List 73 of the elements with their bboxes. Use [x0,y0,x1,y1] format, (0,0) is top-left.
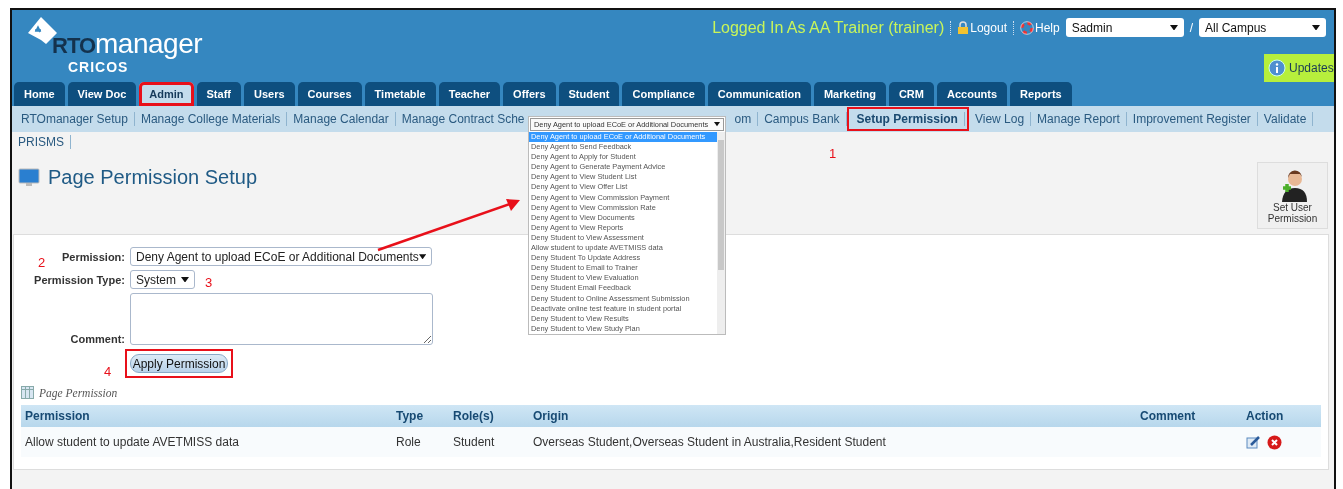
column-header: Permission [21,405,392,427]
table-caption: Page Permission [39,386,118,399]
annotation-number: 1 [829,146,837,161]
user-select[interactable]: Sadmin [1065,18,1184,37]
rtomanager-logo: RTOmanager CRICOS [24,10,203,82]
submenu-link[interactable]: om [734,112,759,126]
submenu-link[interactable]: Improvement Register [1126,112,1258,126]
nav-tab[interactable]: Admin [139,82,194,106]
nav-tab[interactable]: Courses [297,82,362,106]
submenu-link[interactable]: Validate [1257,112,1314,126]
table-cell: Role [392,427,449,457]
dropdown-caret-icon [714,122,720,127]
nav-tab[interactable]: Offers [503,82,556,106]
logout-link[interactable]: Logout [950,20,1007,35]
lifebuoy-icon [1019,20,1034,35]
dropdown-caret-icon [1169,24,1178,31]
nav-tab[interactable]: Communication [707,82,811,106]
submenu-link[interactable]: Manage Calendar [287,112,396,126]
set-user-permission-button[interactable]: Set User Permission [1257,162,1328,229]
updates-button[interactable]: Updates [1264,54,1334,82]
separator-text: / [1189,20,1193,35]
comment-label: Comment: [70,333,125,345]
help-link[interactable]: Help [1012,20,1060,35]
dropdown-caret-icon [418,253,426,260]
permission-label: Permission: [62,250,125,263]
submenu-link[interactable]: RTOmanager Setup [15,112,135,126]
permission-select[interactable]: Deny Agent to upload ECoE or Additional Documents [130,247,432,266]
table-cell: Overseas Student,Overseas Student in Australia,Resident Student [529,427,1136,457]
table-cell: Student [449,427,529,457]
page-title: Page Permission Setup [48,166,257,189]
table-icon [21,386,34,399]
nav-tab[interactable]: Compliance [622,82,705,106]
delete-icon[interactable] [1267,434,1282,450]
submenu-link[interactable]: View Log [968,112,1032,126]
nav-tab[interactable]: Users [243,82,295,106]
submenu-link[interactable]: Manage Report [1031,112,1127,126]
nav-tab[interactable]: Student [558,82,620,106]
nav-tab[interactable]: Timetable [364,82,436,106]
nav-tab[interactable]: Staff [196,82,241,106]
permission-type-select[interactable]: System [130,270,195,289]
submenu-link[interactable]: PRISMS [12,135,71,149]
annotation-number: 2 [38,255,46,270]
submenu-link[interactable]: Manage College Materials [134,112,288,126]
nav-tab[interactable]: Reports [1010,82,1072,106]
info-icon [1268,59,1286,77]
campus-select[interactable]: All Campus [1199,18,1326,37]
padlock-icon [957,21,970,34]
column-header: Comment [1136,405,1242,427]
annotation-number: 4 [104,364,112,379]
annotation-number: 3 [205,275,213,290]
submenu-link[interactable]: Campus Bank [758,112,847,126]
nav-tab[interactable]: Marketing [813,82,886,106]
nav-tab[interactable]: Teacher [438,82,501,106]
nav-tab[interactable]: CRM [888,82,934,106]
dropdown-caret-icon [181,276,189,283]
edit-icon[interactable] [1246,435,1261,449]
dropdown-caret-icon [1312,24,1320,31]
logged-in-text: Logged In As AA Trainer (trainer) [712,18,945,37]
nav-tab[interactable]: Home [14,82,65,106]
column-header: Role(s) [449,405,529,427]
apply-permission-button[interactable]: Apply Permission [130,354,228,373]
column-header: Origin [529,405,1136,427]
column-header: Type [392,405,449,427]
monitor-icon [18,167,40,188]
submenu-link[interactable]: Manage Contract Sche [395,112,525,126]
nav-tab[interactable]: Accounts [937,82,1008,106]
table-cell: Allow student to update AVETMISS data [21,427,392,457]
comment-field[interactable] [130,293,433,345]
permission-type-label: Permission Type: [34,273,125,286]
submenu-link[interactable]: Setup Permission [850,112,965,126]
column-header: Action [1242,405,1321,427]
scrollbar[interactable] [717,132,725,334]
nav-tab[interactable]: View Doc [67,82,137,106]
